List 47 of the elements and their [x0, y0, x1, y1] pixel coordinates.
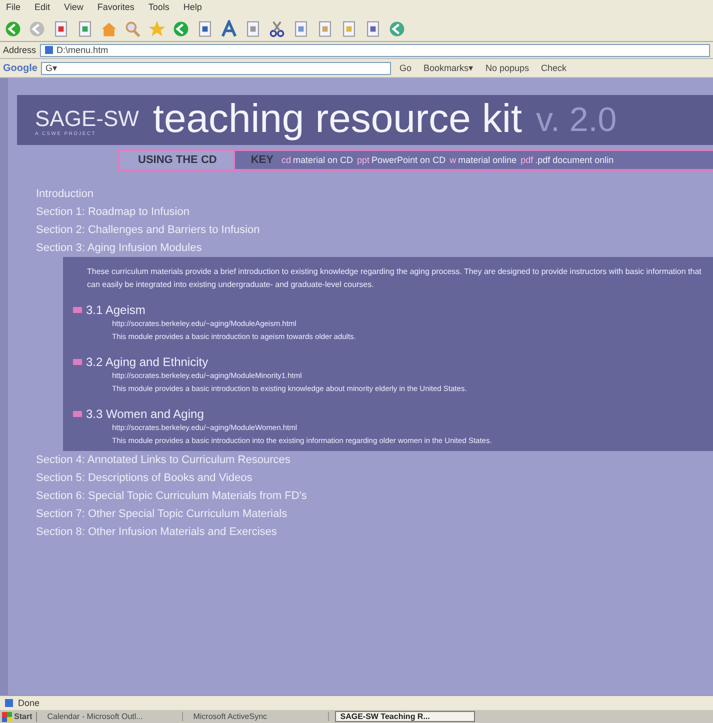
- menu-item[interactable]: File: [6, 2, 21, 14]
- module-link[interactable]: 3.2 Aging and Ethnicity: [86, 355, 208, 369]
- toolbar-button[interactable]: Bookmarks▾: [419, 63, 478, 73]
- menu-item[interactable]: Edit: [34, 2, 50, 14]
- key-tag: w: [450, 155, 456, 165]
- key-text: PowerPoint on CD: [372, 155, 446, 165]
- forward-icon[interactable]: [28, 20, 46, 38]
- address-label: Address: [3, 45, 36, 55]
- menu-item[interactable]: Favorites: [97, 2, 134, 14]
- google-logo: Google: [3, 62, 38, 74]
- key-text: .pdf document onlin: [535, 155, 614, 165]
- status-text: Done: [18, 698, 40, 708]
- address-field[interactable]: D:\menu.htm: [40, 44, 710, 56]
- module-link[interactable]: 3.1 Ageism: [86, 303, 146, 317]
- intro-text: These curriculum materials provide a brief introduction to existing knowledge regarding the aging process. They are designed to provide instructors with basic information that can easily be integrated into existing undergraduate- and graduate-level courses.: [87, 266, 702, 291]
- toolbar-button[interactable]: No popups: [481, 63, 534, 73]
- cut-icon[interactable]: [268, 20, 286, 38]
- back-icon[interactable]: [4, 20, 22, 38]
- key-label: KEY: [250, 154, 274, 166]
- menu-item[interactable]: Help: [183, 2, 202, 14]
- using-cd-link[interactable]: USING THE CD: [120, 151, 235, 169]
- bullet-icon: [73, 359, 82, 365]
- start-button[interactable]: Start: [2, 712, 38, 722]
- module-link[interactable]: 3.3 Women and Aging: [86, 407, 204, 421]
- toolbar-button[interactable]: Check: [537, 63, 571, 73]
- menu-item[interactable]: Tools: [148, 2, 170, 14]
- taskbar-button[interactable]: Microsoft ActiveSync: [189, 712, 330, 721]
- windows-logo-icon: [2, 712, 12, 722]
- page-icon: [44, 45, 54, 55]
- taskbar-button[interactable]: Calendar - Microsoft Outl...: [43, 712, 184, 721]
- bullet-icon: [73, 411, 82, 417]
- version-label: v. 2.0: [536, 100, 617, 141]
- key-tag: pdf: [520, 155, 534, 165]
- key-tag: cd: [281, 155, 291, 165]
- page-title: teaching resource kit: [152, 97, 522, 141]
- taskbar-button[interactable]: SAGE-SW Teaching R...: [335, 711, 476, 722]
- page-icon: [4, 698, 14, 708]
- key-text: material on CD: [292, 155, 354, 165]
- site-logo: SAGE-SW: [35, 107, 139, 131]
- google-search-field[interactable]: G▾: [41, 62, 392, 74]
- font-icon[interactable]: [220, 20, 238, 38]
- bullet-icon: [73, 307, 82, 313]
- toolbar-button[interactable]: Go: [395, 63, 416, 73]
- key-tag: ppt: [357, 155, 370, 165]
- search-icon[interactable]: [124, 20, 142, 38]
- menu-item[interactable]: View: [64, 2, 84, 14]
- key-text: material online: [458, 155, 517, 165]
